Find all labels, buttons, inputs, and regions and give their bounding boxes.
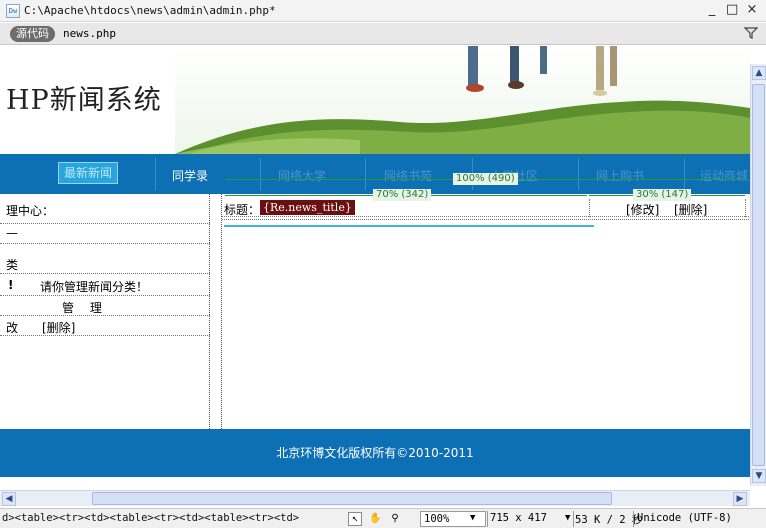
zoom-select[interactable]: 100%: [420, 511, 486, 527]
sidebar-category-label: 类: [6, 258, 19, 272]
horizontal-scrollbar[interactable]: ◀ ▶: [0, 490, 750, 506]
news-actions-cell: [修改] [删除]: [589, 199, 746, 217]
maximize-button[interactable]: □: [726, 2, 738, 17]
nav-separator: [155, 158, 156, 190]
filter-icon[interactable]: [744, 26, 758, 40]
horizontal-scroll-thumb[interactable]: [92, 492, 612, 505]
window-titlebar: Dw C:\Apache\htdocs\news\admin\admin.php…: [0, 0, 766, 22]
minimize-button[interactable]: _: [706, 2, 718, 17]
window-title: C:\Apache\htdocs\news\admin\admin.php*: [24, 4, 276, 17]
tag-selector[interactable]: d><table><tr><td><table><tr><td><table><…: [2, 512, 299, 524]
admin-sidebar: 理中心： — 类 ! 请你管理新闻分类！ 管 理 改 [删除]: [0, 194, 210, 429]
status-divider: [573, 511, 574, 527]
news-list-area: 标题： {Re.news_title} [修改] [删除]: [221, 194, 750, 429]
dreamweaver-icon: Dw: [6, 3, 20, 18]
scroll-left-icon[interactable]: ◀: [2, 492, 16, 506]
encoding-indicator: Unicode (UTF-8): [637, 512, 732, 524]
source-code-tab[interactable]: 源代码: [10, 25, 55, 42]
sidebar-edit-link[interactable]: 改: [6, 319, 18, 336]
window-controls: _ □ ×: [706, 2, 758, 17]
scroll-up-icon[interactable]: ▲: [752, 66, 766, 80]
sidebar-row: 类: [0, 244, 210, 274]
sidebar-actions-row: 改 [删除]: [0, 316, 210, 336]
warning-icon: !: [8, 278, 14, 292]
sidebar-row: —: [0, 224, 210, 244]
window-size[interactable]: 715 x 417: [490, 512, 547, 524]
status-bar: d><table><tr><td><table><tr><td><table><…: [0, 508, 766, 528]
hand-tool-icon[interactable]: ✋: [368, 512, 382, 526]
separator-line: [224, 225, 594, 227]
guide-label: 100% (490): [453, 173, 518, 185]
manage-prompt: 请你管理新闻分类！: [40, 280, 149, 294]
vertical-scrollbar[interactable]: ▲ ▼: [750, 64, 766, 486]
scroll-down-icon[interactable]: ▼: [752, 469, 766, 483]
zoom-tool-icon[interactable]: ⚲: [388, 512, 402, 526]
nav-item-latest-news[interactable]: 最新新闻: [58, 162, 118, 184]
status-divider: [487, 511, 488, 527]
file-tab-news-php[interactable]: news.php: [63, 27, 116, 40]
scroll-right-icon[interactable]: ▶: [733, 492, 747, 506]
sidebar-header: 理中心：: [6, 204, 55, 218]
sidebar-dash: —: [6, 226, 18, 240]
manage-link[interactable]: 管 理: [62, 299, 108, 316]
document-tabbar: 源代码 news.php: [0, 23, 766, 45]
row-divider: [222, 219, 750, 220]
sidebar-manage-prompt-row: ! 请你管理新闻分类！: [0, 274, 210, 296]
sidebar-header-row: 理中心：: [0, 200, 210, 224]
design-view[interactable]: HP新闻系统 最新新闻 同学录 网络大学 网络书苑 大学社区 网上购书 运动商城…: [0, 46, 750, 486]
footer-copyright: 北京环博文化版权所有©2010-2011: [276, 446, 474, 460]
edit-link[interactable]: [修改]: [626, 201, 659, 218]
close-button[interactable]: ×: [746, 2, 758, 17]
select-tool-icon[interactable]: ↖: [348, 512, 362, 526]
site-footer: 北京环博文化版权所有©2010-2011: [0, 429, 750, 477]
delete-link[interactable]: [删除]: [674, 201, 707, 218]
nav-item-alumni[interactable]: 同学录: [172, 167, 208, 184]
chevron-down-icon[interactable]: ▼: [565, 513, 570, 523]
sidebar-delete-link[interactable]: [删除]: [42, 319, 75, 336]
main-navigation: 最新新闻 同学录 网络大学 网络书苑 大学社区 网上购书 运动商城 100% (…: [0, 154, 750, 201]
vertical-scroll-thumb[interactable]: [752, 84, 765, 466]
status-divider: [633, 511, 634, 527]
chevron-down-icon[interactable]: ▼: [470, 513, 475, 523]
dynamic-title-field[interactable]: {Re.news_title}: [260, 200, 355, 215]
news-row: 标题： {Re.news_title} [修改] [删除]: [222, 199, 750, 217]
sidebar-manage-row: 管 理: [0, 296, 210, 316]
site-banner: HP新闻系统: [0, 46, 750, 154]
title-label: 标题：: [224, 203, 261, 217]
table-width-guide-100: 100% (490): [225, 173, 745, 186]
site-title: HP新闻系统: [6, 85, 162, 116]
